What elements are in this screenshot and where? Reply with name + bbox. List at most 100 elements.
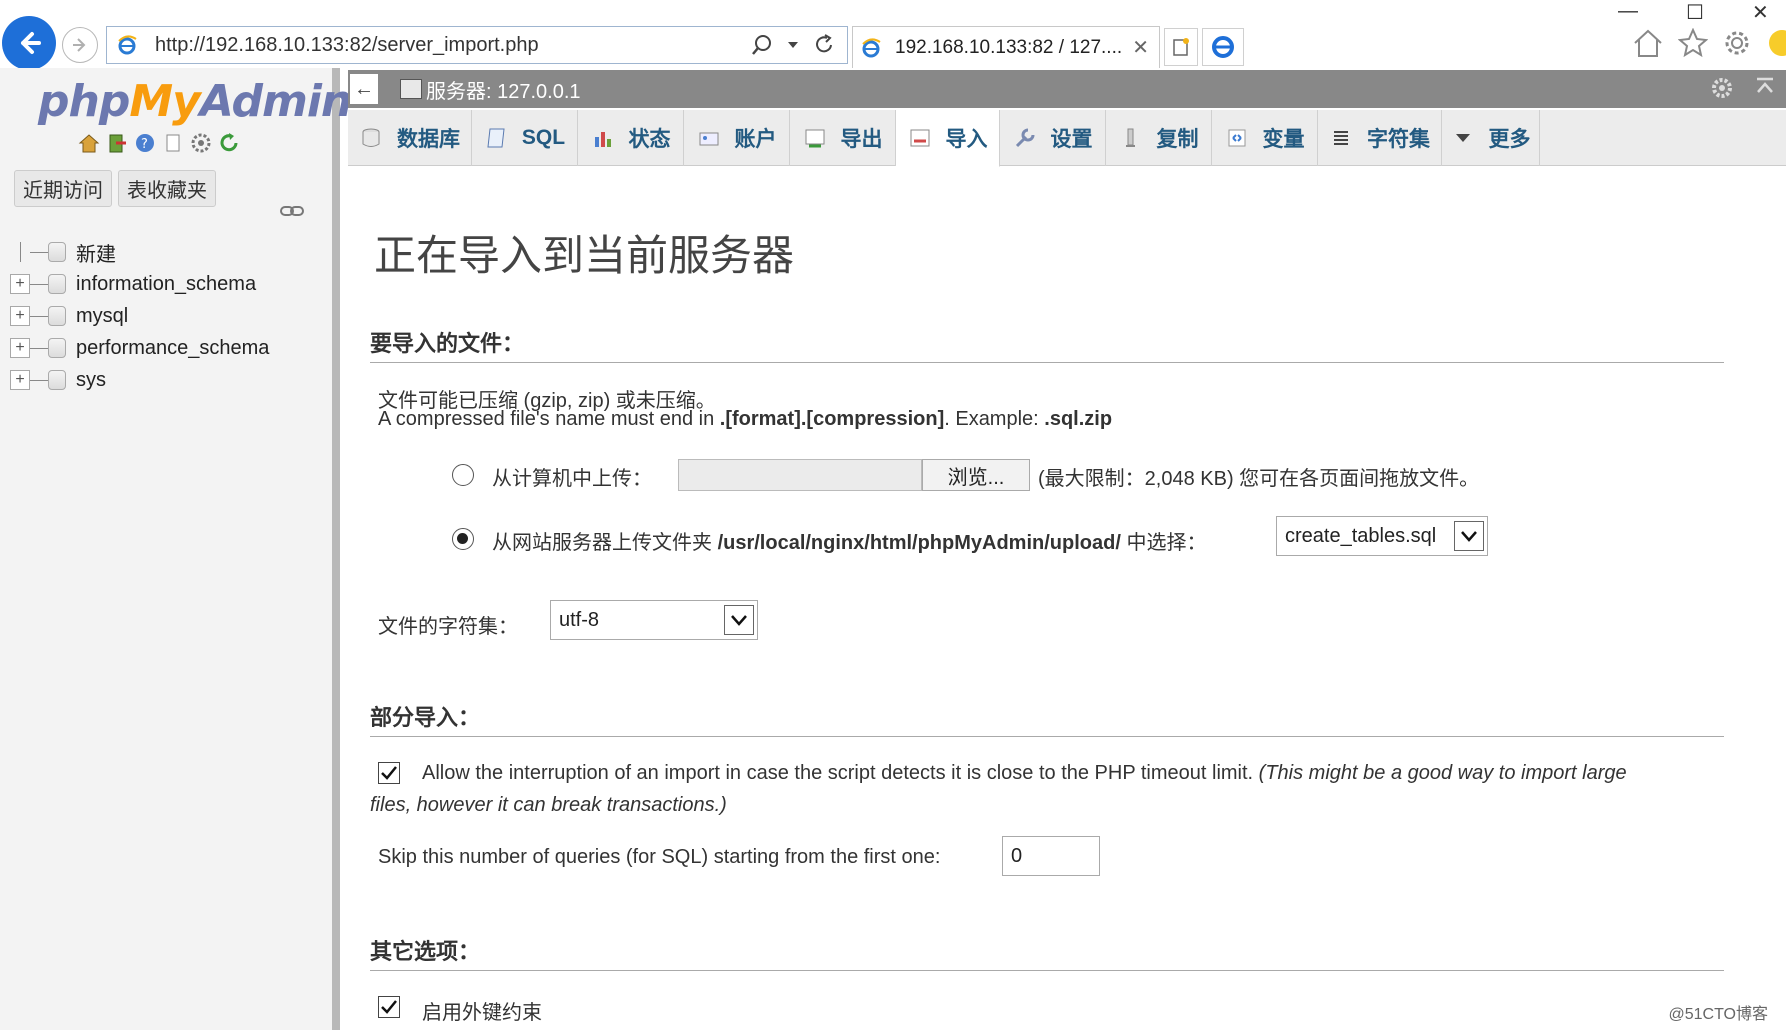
tab-close-icon[interactable]: ✕ <box>1132 35 1149 60</box>
menu-tab-charset[interactable]: 字符集 <box>1318 110 1442 166</box>
menu-tab-label: 复制 <box>1156 128 1199 151</box>
menu-tab-label: 导出 <box>840 128 883 151</box>
menu-tab-settings-wrench[interactable]: 设置 <box>1000 110 1106 166</box>
smiley-icon[interactable] <box>1766 28 1786 58</box>
chevron-down-icon <box>724 605 754 635</box>
menu-tab-replication[interactable]: 复制 <box>1106 110 1212 166</box>
tree-item-sys[interactable]: + sys <box>10 364 269 396</box>
tree-item-label: mysql <box>76 304 129 327</box>
new-tab-button[interactable] <box>1164 28 1198 66</box>
collapse-nav-button[interactable]: ← <box>350 74 378 104</box>
charset-select[interactable]: utf-8 <box>550 600 758 640</box>
tree-item-mysql[interactable]: + mysql <box>10 300 269 332</box>
address-bar[interactable]: http://192.168.10.133:82/server_import.p… <box>106 26 848 64</box>
other-options-heading: 其它选项： <box>370 934 1724 971</box>
expand-icon[interactable]: + <box>10 306 30 326</box>
menu-tab-more[interactable]: 更多 <box>1442 110 1540 166</box>
checkmark-icon <box>381 1000 397 1014</box>
star-icon[interactable] <box>1678 28 1708 58</box>
upload-server-dir-radio[interactable] <box>452 528 474 550</box>
server-breadcrumb-bar: ← 服务器: 127.0.0.1 <box>348 70 1786 108</box>
arrow-right-icon <box>73 38 86 52</box>
phpmyadmin-logo[interactable]: phpMyAdmin <box>38 76 352 127</box>
search-icon[interactable] <box>751 34 773 56</box>
home-icon[interactable] <box>1632 28 1664 58</box>
file-path-input[interactable] <box>678 459 922 491</box>
sql-icon <box>484 127 508 149</box>
checkmark-icon <box>381 766 397 780</box>
tree-item-information-schema[interactable]: + information_schema <box>10 268 269 300</box>
menu-tab-export[interactable]: 导出 <box>790 110 896 166</box>
nav-quick-icons: ? <box>78 132 240 154</box>
skip-queries-input[interactable]: 0 <box>1002 836 1100 876</box>
browse-button[interactable]: 浏览... <box>922 459 1030 491</box>
browser-toolbar-icons <box>1632 28 1786 58</box>
tree-item-new[interactable]: 新建 <box>10 236 269 268</box>
skip-queries-label: Skip this number of queries (for SQL) st… <box>378 846 941 868</box>
database-tree: 新建 + information_schema + mysql + perfor… <box>10 236 269 396</box>
menu-tab-label: 更多 <box>1488 128 1531 151</box>
settings-wrench-icon <box>1013 127 1037 149</box>
window-close-button[interactable]: ✕ <box>1752 0 1769 25</box>
menu-tab-accounts[interactable]: 账户 <box>684 110 790 166</box>
page-title: 正在导入到当前服务器 <box>374 232 795 279</box>
allow-interrupt-checkbox[interactable] <box>378 762 400 784</box>
menu-tab-database[interactable]: 数据库 <box>348 110 472 166</box>
chevron-down-icon[interactable] <box>787 40 799 50</box>
database-icon <box>359 127 383 149</box>
expand-icon[interactable]: + <box>10 370 30 390</box>
refresh-icon[interactable] <box>813 34 835 56</box>
gear-icon[interactable] <box>1722 28 1752 58</box>
server-file-select[interactable]: create_tables.sql <box>1276 516 1488 556</box>
navigation-panel: phpMyAdmin ? 近期访问 表收藏夹 新建 + information_… <box>0 68 352 1030</box>
settings-gear-icon[interactable] <box>190 132 212 154</box>
upload-local-radio[interactable] <box>452 464 474 486</box>
nav-tabs: 近期访问 表收藏夹 <box>14 170 216 207</box>
new-tab-icon <box>1173 38 1189 56</box>
tree-item-performance-schema[interactable]: + performance_schema <box>10 332 269 364</box>
expand-icon[interactable]: + <box>10 274 30 294</box>
logout-icon[interactable] <box>106 132 128 154</box>
charset-icon <box>1329 127 1353 149</box>
favorite-tables-tab[interactable]: 表收藏夹 <box>118 170 216 207</box>
link-icon[interactable] <box>280 204 304 218</box>
ie-tab-button[interactable] <box>1202 28 1244 66</box>
tree-item-label: information_schema <box>76 272 257 295</box>
menu-tab-label: 账户 <box>734 128 777 151</box>
chevron-down-icon <box>1454 521 1484 551</box>
allow-interrupt-note-continued: files, however it can break transactions… <box>370 794 727 816</box>
browser-forward-button[interactable] <box>62 27 98 63</box>
foreign-key-checks-label: 启用外键约束 <box>422 1002 542 1024</box>
tab-title: 192.168.10.133:82 / 127.... <box>895 36 1123 58</box>
status-icon <box>591 127 615 149</box>
tree-item-label: sys <box>76 368 106 391</box>
foreign-key-checks-checkbox[interactable] <box>378 996 400 1018</box>
main-content: 正在导入到当前服务器 要导入的文件： 文件可能已压缩 (gzip, zip) 或… <box>348 166 1786 1030</box>
collapse-top-icon[interactable] <box>1754 76 1776 98</box>
main-menu: 数据库 SQL 状态 账户 导出 导入 设置 复制 变量 字符集 更多 <box>348 110 1786 167</box>
window-minimize-button[interactable]: — <box>1618 0 1638 23</box>
menu-tab-sql[interactable]: SQL <box>472 110 578 166</box>
docs-icon[interactable] <box>162 132 184 154</box>
gear-icon[interactable] <box>1710 76 1734 100</box>
watermark: @51CTO博客 <box>1668 1006 1768 1023</box>
reload-icon[interactable] <box>218 132 240 154</box>
window-maximize-button[interactable]: ☐ <box>1686 0 1704 25</box>
browser-tab[interactable]: 192.168.10.133:82 / 127.... ✕ <box>852 26 1160 68</box>
allow-interrupt-label: Allow the interruption of an import in c… <box>422 762 1627 784</box>
help-icon[interactable]: ? <box>134 132 156 154</box>
database-icon <box>48 338 66 358</box>
menu-tab-import[interactable]: 导入 <box>896 110 1000 167</box>
recent-tables-tab[interactable]: 近期访问 <box>14 170 112 207</box>
import-icon <box>908 127 932 149</box>
home-icon[interactable] <box>78 132 100 154</box>
server-icon <box>400 79 422 99</box>
tree-item-label: performance_schema <box>76 336 270 359</box>
browser-back-button[interactable] <box>2 16 56 70</box>
expand-icon[interactable]: + <box>10 338 30 358</box>
menu-tab-status[interactable]: 状态 <box>578 110 684 166</box>
menu-tab-variables[interactable]: 变量 <box>1212 110 1318 166</box>
upload-limit-note: (最大限制：2,048 KB) 您可在各页面间拖放文件。 <box>1038 468 1480 490</box>
server-title[interactable]: 服务器: 127.0.0.1 <box>426 75 581 104</box>
arrow-left-icon <box>21 32 41 54</box>
